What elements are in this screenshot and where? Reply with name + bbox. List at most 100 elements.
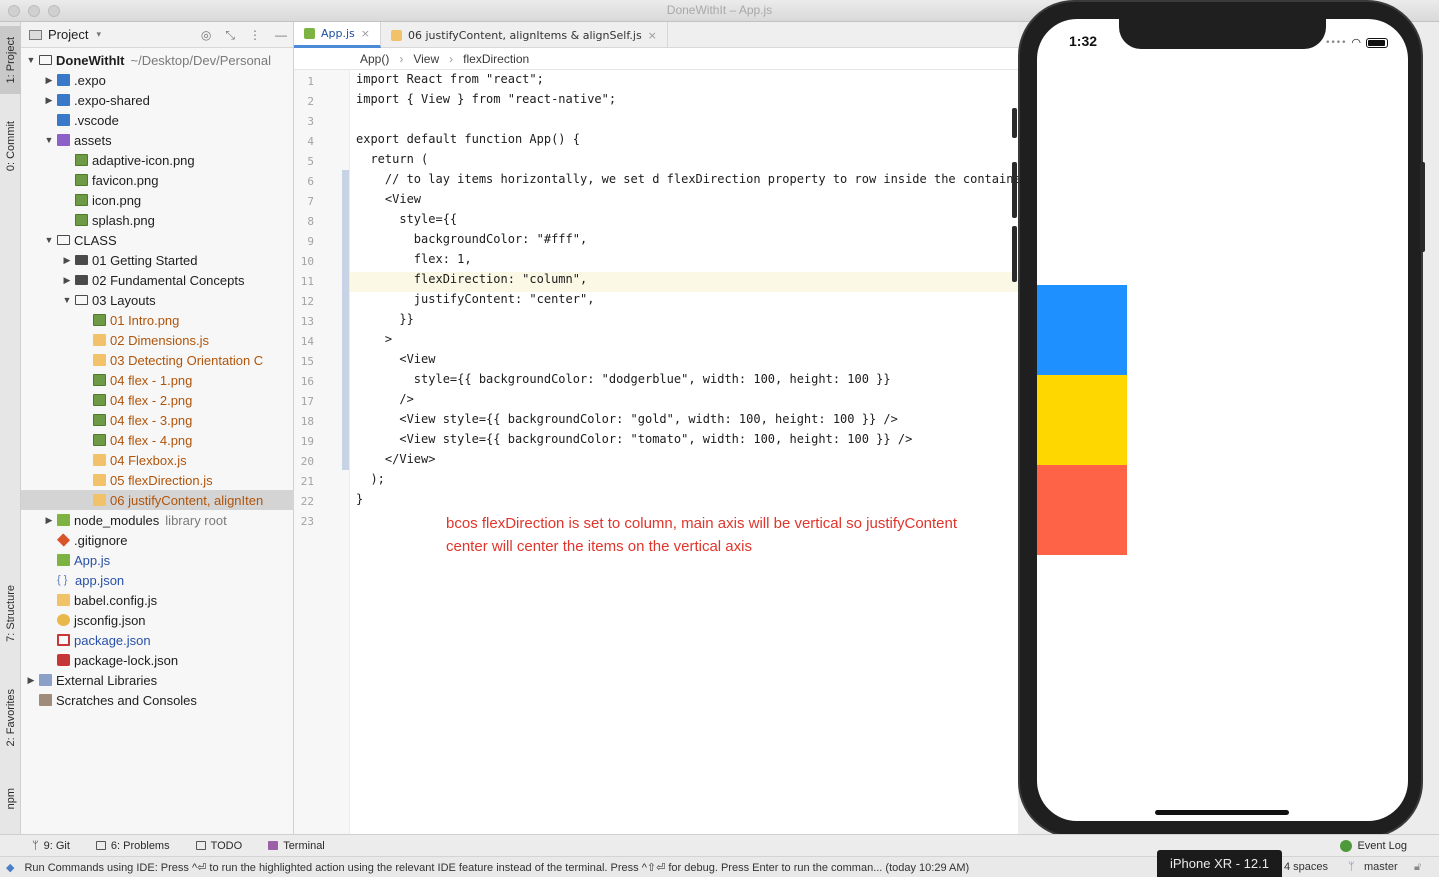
tree-item-label: 06 justifyContent, alignIten xyxy=(110,492,264,508)
config-icon xyxy=(57,614,70,626)
line-number: 20 xyxy=(300,455,314,468)
image-icon xyxy=(75,194,88,206)
folder-open-icon xyxy=(39,55,52,65)
close-icon[interactable]: × xyxy=(648,29,657,42)
signal-icon: •••• xyxy=(1325,37,1347,48)
tip-icon: ◆ xyxy=(6,861,15,874)
tab-justify-content[interactable]: 06 justifyContent, alignItems & alignSel… xyxy=(381,22,668,48)
hide-icon[interactable]: — xyxy=(275,28,287,43)
tree-item[interactable]: 05 flexDirection.js xyxy=(21,470,294,490)
tool-problems[interactable]: 6: Problems xyxy=(95,839,170,852)
tool-terminal[interactable]: Terminal xyxy=(268,840,325,852)
tool-git-label: 9: Git xyxy=(43,839,70,852)
chevron-down-icon[interactable]: ▾ xyxy=(96,29,101,40)
tree-item[interactable]: 02 Dimensions.js xyxy=(21,330,294,350)
chevron-down-icon[interactable]: ▼ xyxy=(61,295,73,305)
tree-item[interactable]: .gitignore xyxy=(21,530,294,550)
close-icon[interactable]: × xyxy=(361,27,370,40)
tree-item[interactable]: icon.png xyxy=(21,190,294,210)
tree-item[interactable]: ▼ DoneWithIt ~/Desktop/Dev/Personal xyxy=(21,50,294,70)
tree-item[interactable]: 04 flex - 3.png xyxy=(21,410,294,430)
tree-item[interactable]: 03 Detecting Orientation C xyxy=(21,350,294,370)
tab-app-js[interactable]: App.js × xyxy=(294,22,381,48)
iphone-simulator: 1:32 •••• ◠ xyxy=(1018,0,1423,838)
tree-item[interactable]: Scratches and Consoles xyxy=(21,690,294,710)
tree-item[interactable]: 04 Flexbox.js xyxy=(21,450,294,470)
tree-item-label: 03 Layouts xyxy=(92,292,156,308)
image-icon xyxy=(75,214,88,226)
tree-item[interactable]: 06 justifyContent, alignIten xyxy=(21,490,294,510)
line-number: 17 xyxy=(300,395,314,408)
tool-tab-project[interactable]: 1: Project xyxy=(0,26,21,94)
tree-item[interactable]: ▶ node_modules library root xyxy=(21,510,294,530)
tree-item[interactable]: ▶ .expo xyxy=(21,70,294,90)
options-icon[interactable]: ⋮ xyxy=(249,28,261,43)
tree-item[interactable]: ▼ assets xyxy=(21,130,294,150)
tree-item[interactable]: ▶ .expo-shared xyxy=(21,90,294,110)
js-file-icon xyxy=(93,474,106,486)
tree-item[interactable]: { } app.json xyxy=(21,570,294,590)
tool-tab-structure[interactable]: 7: Structure xyxy=(0,567,21,659)
git-icon xyxy=(56,533,71,547)
tree-item[interactable]: adaptive-icon.png xyxy=(21,150,294,170)
tree-item[interactable]: package-lock.json xyxy=(21,650,294,670)
image-icon xyxy=(93,434,106,446)
tree-item[interactable]: favicon.png xyxy=(21,170,294,190)
breadcrumb-item-app[interactable]: App() xyxy=(360,52,389,66)
home-indicator[interactable] xyxy=(1155,810,1289,815)
chevron-down-icon[interactable]: ▼ xyxy=(43,235,55,245)
tool-tab-commit[interactable]: 0: Commit xyxy=(0,106,21,186)
breadcrumb-item-view[interactable]: View xyxy=(413,52,439,66)
tree-item[interactable]: App.js xyxy=(21,550,294,570)
simulator-screen[interactable]: 1:32 •••• ◠ xyxy=(1037,19,1408,821)
code-text-area[interactable]: import React from "react"; import { View … xyxy=(356,70,1028,834)
tree-item[interactable]: jsconfig.json xyxy=(21,610,294,630)
tool-tab-favorites[interactable]: 2: Favorites xyxy=(0,672,21,764)
tree-item[interactable]: 01 Intro.png xyxy=(21,310,294,330)
tree-item[interactable]: 04 flex - 2.png xyxy=(21,390,294,410)
collapse-icon[interactable]: ⤡ xyxy=(225,28,235,43)
tree-item[interactable]: ▼ 03 Layouts xyxy=(21,290,294,310)
tree-item[interactable]: 04 flex - 4.png xyxy=(21,430,294,450)
tree-item-label: App.js xyxy=(74,552,111,568)
tree-item-label: 02 Dimensions.js xyxy=(110,332,209,348)
locate-icon[interactable]: ◎ xyxy=(201,28,211,43)
chevron-right-icon[interactable]: ▶ xyxy=(61,255,73,266)
tree-item-label: 04 flex - 3.png xyxy=(110,412,193,428)
indent-setting[interactable]: 4 spaces xyxy=(1284,861,1328,873)
chevron-right-icon[interactable]: ▶ xyxy=(43,515,55,526)
tree-item[interactable]: ▶ 02 Fundamental Concepts xyxy=(21,270,294,290)
chevron-right-icon[interactable]: ▶ xyxy=(61,275,73,286)
tool-tab-npm[interactable]: npm xyxy=(0,774,21,824)
tree-item[interactable]: .vscode xyxy=(21,110,294,130)
tool-git[interactable]: ᛘ 9: Git xyxy=(32,840,70,852)
chevron-right-icon[interactable]: ▶ xyxy=(25,675,37,686)
tree-item-label: 05 flexDirection.js xyxy=(110,472,213,488)
tree-item[interactable]: ▶ External Libraries xyxy=(21,670,294,690)
tool-todo[interactable]: TODO xyxy=(195,840,242,852)
tree-item[interactable]: ▼ CLASS xyxy=(21,230,294,250)
code-line: ); xyxy=(356,472,385,486)
tool-problems-label: 6: Problems xyxy=(110,839,170,852)
tree-item[interactable]: ▶ 01 Getting Started xyxy=(21,250,294,270)
code-line: style={{ backgroundColor: "dodgerblue", … xyxy=(356,372,891,386)
line-number: 11 xyxy=(300,275,314,288)
project-panel-title[interactable]: Project xyxy=(48,27,88,42)
colored-box xyxy=(1037,285,1127,375)
image-icon xyxy=(93,374,106,386)
git-branch[interactable]: master xyxy=(1364,861,1398,873)
tree-item[interactable]: splash.png xyxy=(21,210,294,230)
annotation-note-line-1: bcos flexDirection is set to column, mai… xyxy=(446,515,958,532)
lock-icon[interactable]: 🔓︎ xyxy=(1414,861,1421,874)
tree-item[interactable]: 04 flex - 1.png xyxy=(21,370,294,390)
line-number: 2 xyxy=(307,95,314,108)
tree-item[interactable]: package.json xyxy=(21,630,294,650)
chevron-down-icon[interactable]: ▼ xyxy=(43,135,55,145)
chevron-right-icon[interactable]: ▶ xyxy=(43,75,55,86)
chevron-right-icon[interactable]: ▶ xyxy=(43,95,55,106)
chevron-down-icon[interactable]: ▼ xyxy=(25,55,37,65)
event-log[interactable]: Event Log xyxy=(1340,839,1407,852)
tree-item[interactable]: babel.config.js xyxy=(21,590,294,610)
breadcrumb-item-flexdirection[interactable]: flexDirection xyxy=(463,52,529,66)
tree-item-label: 01 Getting Started xyxy=(92,252,198,268)
